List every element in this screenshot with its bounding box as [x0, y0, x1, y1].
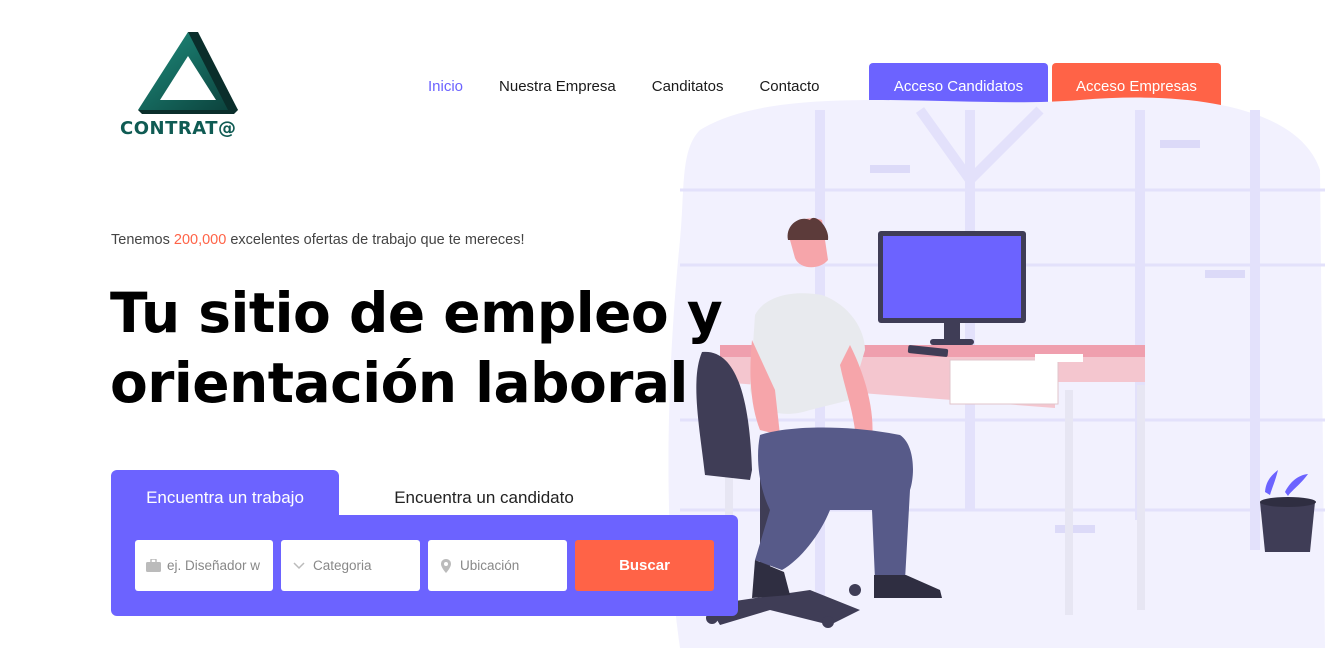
location-placeholder: Ubicación [460, 558, 520, 573]
location-pin-icon [438, 558, 454, 574]
hero-illustration [668, 97, 1325, 648]
search-button[interactable]: Buscar [575, 540, 714, 591]
search-panel: ej. Diseñador w Categoria Ubicación Busc… [111, 515, 738, 616]
job-count: 200,000 [173, 232, 227, 248]
hero-tagline: Tenemos 200,000 excelentes ofertas de tr… [111, 232, 525, 248]
category-select[interactable]: Categoria [281, 540, 420, 591]
nav-link-inicio[interactable]: Inicio [428, 78, 463, 95]
tagline-suffix: excelentes ofertas de trabajo que te mer… [226, 232, 525, 248]
logo-text: CONTRAT@ [120, 118, 237, 139]
headline-line-2: orientación laboral [110, 351, 688, 415]
briefcase-icon [145, 558, 161, 574]
category-placeholder: Categoria [313, 558, 372, 573]
job-title-placeholder: ej. Diseñador w [167, 558, 261, 573]
nav-link-nuestra-empresa[interactable]: Nuestra Empresa [499, 78, 616, 95]
hero-headline: Tu sitio de empleo y orientación laboral [110, 278, 750, 418]
brand-logo[interactable]: CONTRAT@ [120, 30, 260, 140]
headline-line-1: Tu sitio de empleo y [110, 281, 723, 345]
chevron-down-icon [291, 558, 307, 574]
location-input[interactable]: Ubicación [428, 540, 567, 591]
triangle-logo-icon [138, 32, 238, 114]
job-title-input[interactable]: ej. Diseñador w [135, 540, 273, 591]
tagline-prefix: Tenemos [111, 232, 174, 248]
